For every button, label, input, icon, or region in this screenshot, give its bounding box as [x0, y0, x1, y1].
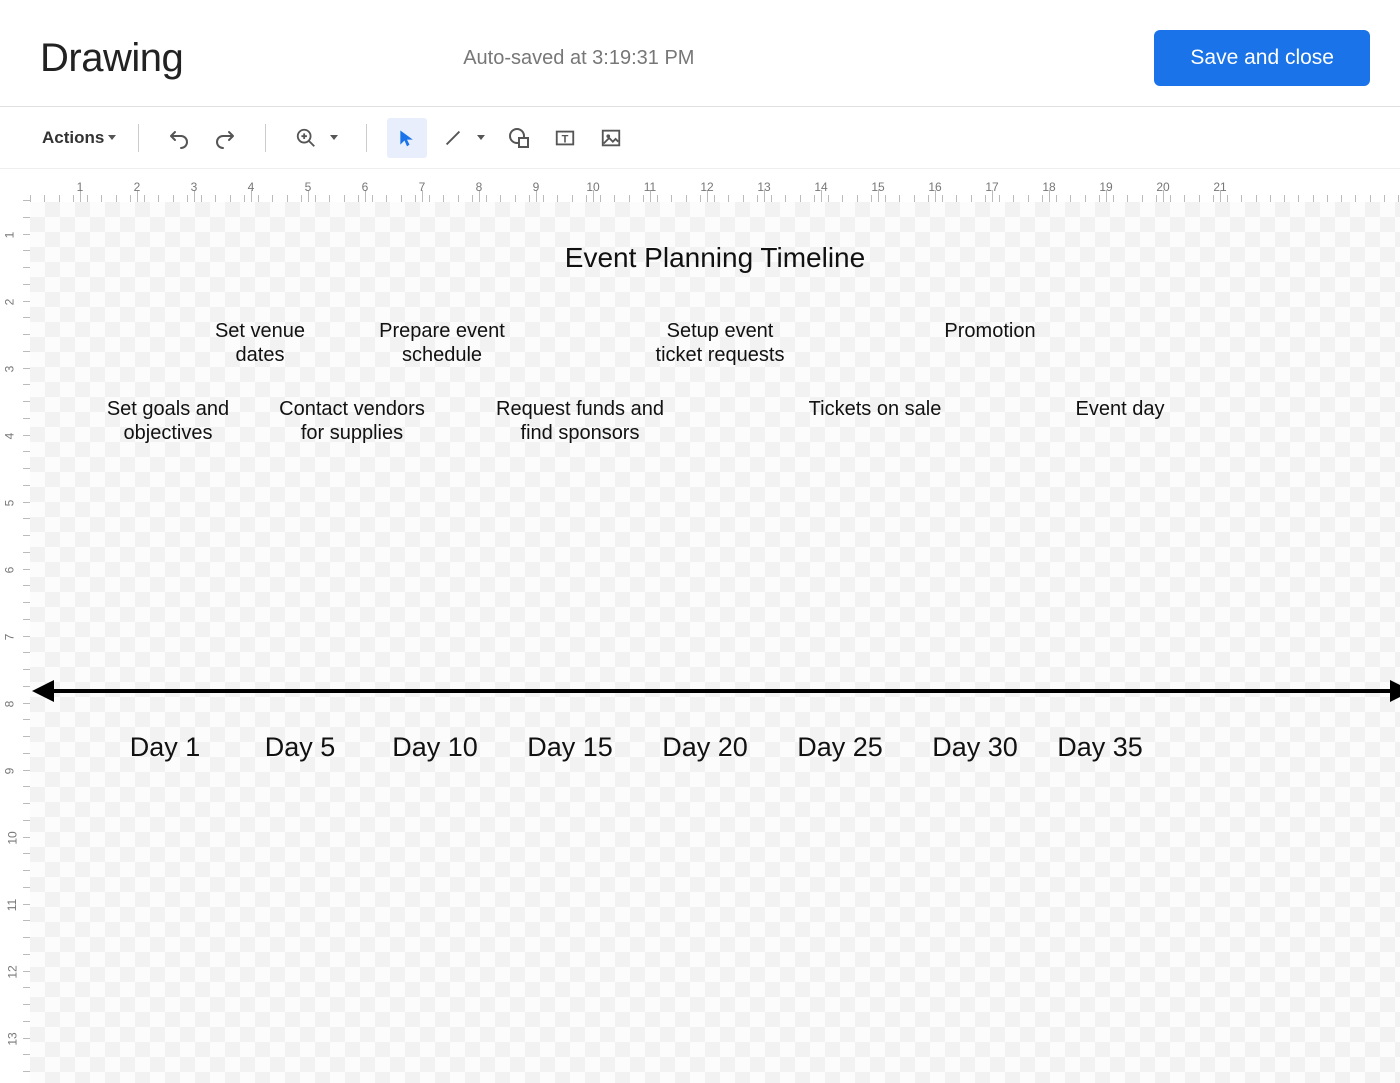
line-tool-button[interactable] — [433, 118, 473, 158]
day-label: Day 15 — [527, 732, 613, 763]
drawing-canvas[interactable]: Event Planning Timeline Set venue dates … — [30, 202, 1400, 1083]
textbox-icon: T — [554, 127, 576, 149]
day-label: Day 5 — [265, 732, 336, 763]
save-and-close-button[interactable]: Save and close — [1154, 30, 1370, 86]
redo-icon — [213, 126, 237, 150]
shape-tool-button[interactable] — [499, 118, 539, 158]
zoom-icon — [295, 127, 317, 149]
image-tool-button[interactable] — [591, 118, 631, 158]
day-label: Day 25 — [797, 732, 883, 763]
timeline-arrow — [50, 689, 1396, 693]
timeline-label: Tickets on sale — [809, 397, 942, 421]
horizontal-ruler: 123456789101112131415161718192021 — [30, 178, 1400, 202]
timeline-label: Request funds and find sponsors — [496, 397, 664, 445]
timeline-label: Event day — [1076, 397, 1165, 421]
select-tool-button[interactable] — [387, 118, 427, 158]
textbox-tool-button[interactable]: T — [545, 118, 585, 158]
day-label: Day 20 — [662, 732, 748, 763]
separator — [366, 124, 367, 152]
timeline-label: Set goals and objectives — [107, 397, 229, 445]
timeline-label: Setup event ticket requests — [656, 319, 785, 367]
dropdown-icon[interactable] — [330, 135, 338, 140]
autosave-status: Auto-saved at 3:19:31 PM — [463, 47, 694, 70]
dropdown-icon — [108, 135, 116, 140]
timeline-label: Set venue dates — [215, 319, 305, 367]
dialog-header: Drawing Auto-saved at 3:19:31 PM Save an… — [0, 0, 1400, 107]
image-icon — [600, 127, 622, 149]
canvas-title-text: Event Planning Timeline — [565, 242, 865, 274]
timeline-label: Prepare event schedule — [379, 319, 505, 367]
day-label: Day 10 — [392, 732, 478, 763]
arrow-right-icon — [1390, 680, 1400, 702]
svg-text:T: T — [562, 133, 569, 145]
day-label: Day 35 — [1057, 732, 1143, 763]
actions-label: Actions — [42, 128, 104, 148]
day-label: Day 30 — [932, 732, 1018, 763]
dialog-title: Drawing — [40, 36, 183, 81]
dropdown-icon[interactable] — [477, 135, 485, 140]
toolbar: Actions T — [0, 107, 1400, 169]
shape-icon — [507, 126, 531, 150]
cursor-icon — [397, 128, 417, 148]
timeline-label: Contact vendors for supplies — [279, 397, 425, 445]
separator — [138, 124, 139, 152]
undo-button[interactable] — [159, 118, 199, 158]
day-label: Day 1 — [130, 732, 201, 763]
undo-icon — [167, 126, 191, 150]
actions-menu-button[interactable]: Actions — [34, 122, 124, 154]
redo-button[interactable] — [205, 118, 245, 158]
separator — [265, 124, 266, 152]
line-icon — [442, 127, 464, 149]
vertical-ruler: 12345678910111213 — [0, 200, 30, 1083]
zoom-button[interactable] — [286, 118, 326, 158]
timeline-label: Promotion — [944, 319, 1035, 343]
